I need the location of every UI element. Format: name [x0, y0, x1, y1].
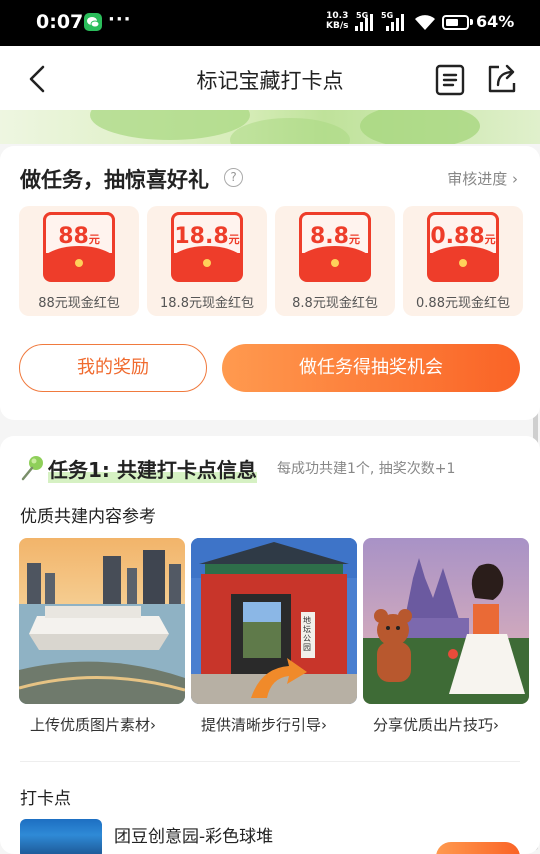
reference-caption-label: 提供清晰步行引导 — [201, 716, 322, 734]
lucky-draw-card: 做任务，抽惊喜好礼 ? 审核进度 › 88元 88元现金红包 18.8元 18.… — [0, 146, 540, 420]
banner-decoration — [230, 118, 350, 144]
help-icon[interactable]: ? — [224, 168, 243, 187]
section-title: 做任务，抽惊喜好礼 — [20, 168, 209, 192]
prize-card: 18.8元 18.8元现金红包 — [147, 206, 267, 316]
prize-amount: 8.8元 — [275, 224, 395, 249]
network-speed-unit: KB/s — [326, 21, 349, 31]
checkin-title: 打卡点 — [20, 789, 71, 809]
prize-card: 0.88元 0.88元现金红包 — [403, 206, 523, 316]
share-icon[interactable] — [486, 63, 518, 99]
wifi-icon — [413, 12, 437, 36]
banner-decoration — [90, 110, 250, 140]
prize-amount-value: 8.8 — [310, 224, 349, 249]
reference-caption[interactable]: 上传优质图片素材› — [30, 714, 156, 735]
banner-decoration — [360, 110, 480, 144]
reference-caption[interactable]: 分享优质出片技巧› — [373, 714, 499, 735]
poi-action-button[interactable] — [436, 842, 520, 854]
battery-percent: 64% — [476, 12, 515, 31]
audit-progress-label: 审核进度 — [447, 170, 508, 188]
prize-amount: 18.8元 — [147, 224, 267, 249]
battery-tip — [470, 19, 473, 25]
task1-subtitle: 每成功共建1个, 抽奖次数+1 — [277, 461, 456, 477]
prize-amount-unit: 元 — [348, 233, 360, 246]
prize-card: 88元 88元现金红包 — [19, 206, 139, 316]
chevron-right-icon: › — [150, 716, 157, 734]
battery-level — [446, 19, 458, 26]
task1-card: 任务1: 共建打卡点信息 每成功共建1个, 抽奖次数+1 优质共建内容参考 上传… — [0, 436, 540, 854]
prize-amount-value: 18.8 — [174, 224, 229, 249]
divider — [20, 761, 520, 762]
status-bar: 0:07 ··· 10.3 KB/s 5G 5G 64% — [0, 0, 540, 46]
top-banner — [0, 110, 540, 144]
gate-sign-text: 地坛公园 — [303, 616, 311, 652]
nav-bar: 标记宝藏打卡点 — [0, 46, 540, 110]
reference-caption[interactable]: 提供清晰步行引导› — [201, 714, 327, 735]
signal-icon-2 — [386, 13, 404, 31]
document-icon[interactable] — [435, 64, 465, 100]
network-speed-value: 10.3 — [326, 11, 349, 21]
prize-amount-unit: 元 — [484, 233, 496, 246]
wechat-icon — [84, 13, 102, 31]
reference-photo-gate[interactable]: 地坛公园 — [191, 538, 357, 704]
prize-label: 18.8元现金红包 — [160, 296, 254, 311]
do-task-button[interactable]: 做任务得抽奖机会 — [222, 344, 520, 392]
my-rewards-button[interactable]: 我的奖励 — [19, 344, 207, 392]
signal-icon — [355, 13, 373, 31]
pin-icon — [20, 454, 46, 486]
task1-title: 任务1: 共建打卡点信息 — [48, 454, 257, 483]
prize-amount: 0.88元 — [403, 224, 523, 249]
prize-label: 8.8元现金红包 — [292, 296, 378, 311]
prize-list: 88元 88元现金红包 18.8元 18.8元现金红包 8.8元 8.8元现金红… — [19, 206, 523, 316]
chevron-right-icon: › — [512, 170, 518, 188]
more-notifications-icon: ··· — [108, 9, 132, 30]
prize-amount-value: 88 — [58, 224, 89, 249]
poi-name[interactable]: 团豆创意园-彩色球堆 — [114, 822, 273, 847]
prize-amount-unit: 元 — [88, 233, 100, 246]
poi-thumbnail[interactable] — [20, 819, 102, 854]
reference-caption-label: 分享优质出片技巧 — [373, 716, 494, 734]
chevron-right-icon: › — [321, 716, 328, 734]
prize-amount: 88元 — [19, 224, 139, 249]
prize-label: 88元现金红包 — [38, 296, 120, 311]
status-time: 0:07 — [36, 11, 84, 33]
prize-label: 0.88元现金红包 — [416, 296, 510, 311]
reference-caption-label: 上传优质图片素材 — [30, 716, 151, 734]
prize-amount-unit: 元 — [228, 233, 240, 246]
reference-photo-boat[interactable] — [19, 538, 185, 704]
network-speed: 10.3 KB/s — [326, 11, 348, 31]
prize-card: 8.8元 8.8元现金红包 — [275, 206, 395, 316]
chevron-right-icon: › — [493, 716, 500, 734]
prize-amount-value: 0.88 — [430, 224, 485, 249]
reference-title: 优质共建内容参考 — [20, 507, 156, 527]
reference-photo-castle[interactable] — [363, 538, 529, 704]
audit-progress-link[interactable]: 审核进度 › — [447, 168, 518, 189]
battery-icon — [442, 15, 469, 30]
